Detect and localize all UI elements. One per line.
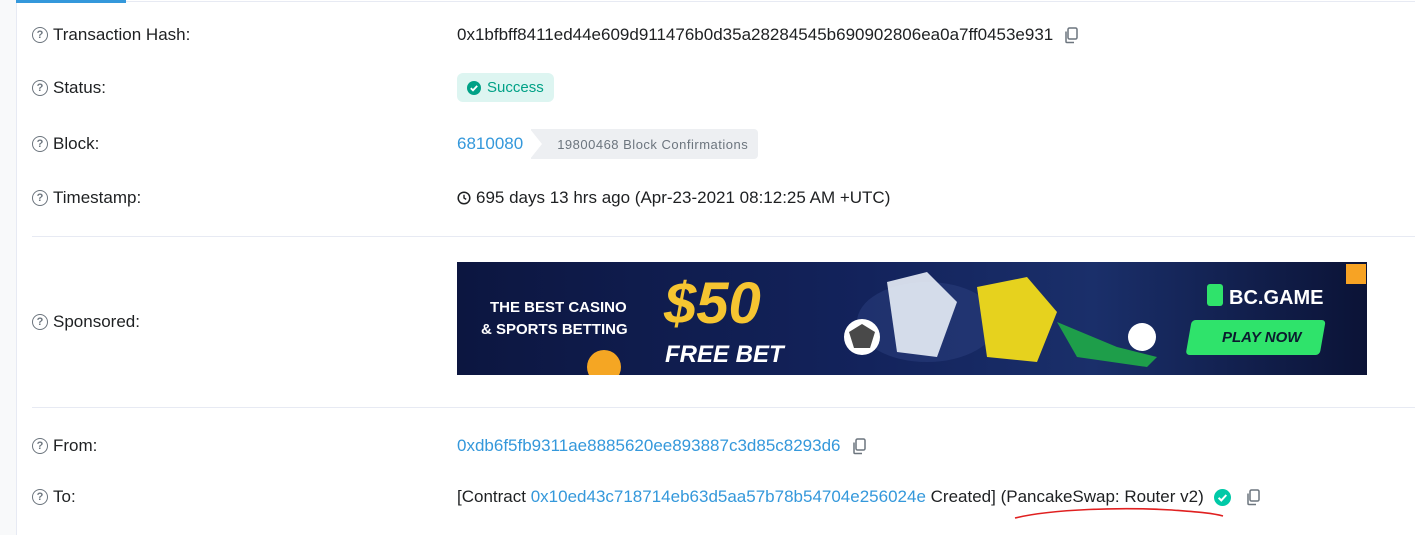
- block-number-link[interactable]: 6810080: [457, 134, 523, 154]
- label-from: ? From:: [32, 436, 97, 456]
- divider: [32, 407, 1415, 408]
- ad-line-2: & SPORTS BETTING: [481, 321, 628, 338]
- active-tab-indicator: [16, 0, 126, 3]
- ad-artwork: [587, 264, 1366, 375]
- to-suffix: Created]: [930, 487, 996, 506]
- copy-icon[interactable]: [1063, 26, 1079, 44]
- question-icon[interactable]: ?: [32, 438, 48, 454]
- value-to: [Contract 0x10ed43c718714eb63d5aa57b78b5…: [457, 487, 1261, 507]
- question-icon[interactable]: ?: [32, 190, 48, 206]
- row-status: ? Status:: [32, 77, 1415, 99]
- ad-line-1: THE BEST CASINO: [490, 299, 627, 316]
- ad-cta-button[interactable]: PLAY NOW: [1222, 329, 1301, 346]
- from-address-link[interactable]: 0xdb6f5fb9311ae8885620ee893887c3d85c8293…: [457, 436, 841, 456]
- copy-icon[interactable]: [851, 437, 867, 455]
- row-timestamp: ? Timestamp: 695 days 13 hrs ago (Apr-23…: [32, 187, 1415, 209]
- tab-border: [126, 1, 1415, 2]
- label-timestamp: ? Timestamp:: [32, 188, 141, 208]
- red-underline-annotation: [1014, 507, 1224, 519]
- to-prefix: [Contract: [457, 487, 526, 506]
- divider: [32, 236, 1415, 237]
- label-block: ? Block:: [32, 134, 99, 154]
- value-timestamp: 695 days 13 hrs ago (Apr-23-2021 08:12:2…: [457, 188, 890, 208]
- ad-free-bet: FREE BET: [665, 341, 784, 368]
- row-from: ? From: 0xdb6f5fb9311ae8885620ee893887c3…: [32, 435, 1415, 457]
- label-transaction-hash: ? Transaction Hash:: [32, 25, 190, 45]
- block-confirmations-badge: 19800468 Block Confirmations: [530, 129, 759, 159]
- clock-icon: [457, 191, 471, 205]
- question-icon[interactable]: ?: [32, 314, 48, 330]
- check-circle-icon: [467, 80, 481, 95]
- to-contract-link[interactable]: 0x10ed43c718714eb63d5aa57b78b54704e25602…: [531, 487, 926, 507]
- value-block: 6810080 19800468 Block Confirmations: [457, 129, 759, 159]
- question-icon[interactable]: ?: [32, 136, 48, 152]
- copy-icon[interactable]: [1245, 488, 1261, 506]
- value-transaction-hash: 0x1bfbff8411ed44e609d911476b0d35a2828454…: [457, 25, 1079, 45]
- ad-amount: $50: [664, 271, 761, 336]
- row-transaction-hash: ? Transaction Hash: 0x1bfbff8411ed44e609…: [32, 24, 1415, 46]
- label-to: ? To:: [32, 487, 76, 507]
- question-icon[interactable]: ?: [32, 80, 48, 96]
- sponsored-ad-banner[interactable]: THE BEST CASINO & SPORTS BETTING $50 FRE…: [457, 262, 1367, 375]
- status-badge: Success: [457, 73, 554, 102]
- label-sponsored: ? Sponsored:: [32, 312, 140, 332]
- to-contract-name: (PancakeSwap: Router v2): [1000, 487, 1204, 506]
- verified-check-icon: [1213, 488, 1231, 506]
- transaction-hash-text: 0x1bfbff8411ed44e609d911476b0d35a2828454…: [457, 25, 1054, 44]
- label-status: ? Status:: [32, 78, 106, 98]
- ad-brand: BC.GAME: [1229, 287, 1324, 309]
- question-icon[interactable]: ?: [32, 489, 48, 505]
- question-icon[interactable]: ?: [32, 27, 48, 43]
- value-from: 0xdb6f5fb9311ae8885620ee893887c3d85c8293…: [457, 436, 867, 456]
